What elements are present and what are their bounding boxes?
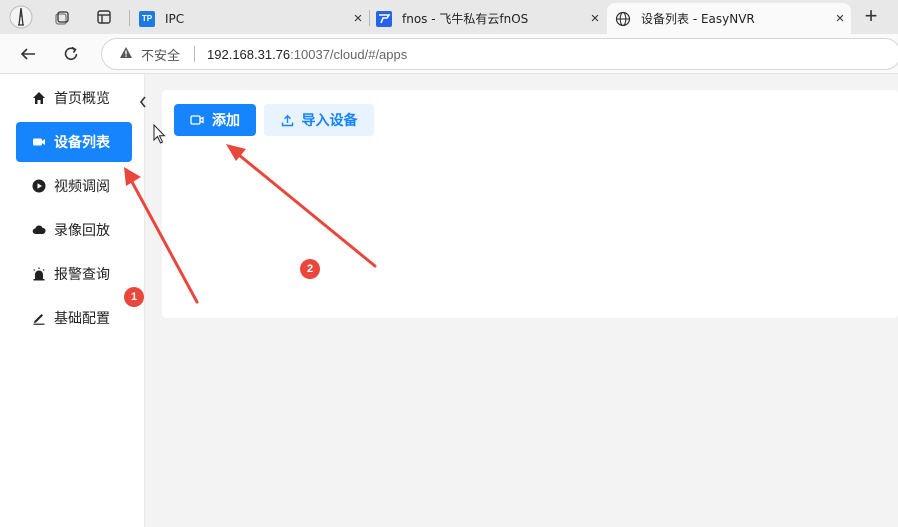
- add-button-label: 添加: [212, 113, 240, 129]
- import-button-label: 导入设备: [301, 113, 358, 129]
- mouse-cursor-icon: [153, 123, 167, 149]
- profile-avatar-icon[interactable]: [8, 4, 34, 30]
- play-icon: [32, 179, 46, 193]
- upload-icon: [281, 114, 293, 126]
- sidebar-item-label: 设备列表: [54, 135, 110, 151]
- sidebar-item-label: 基础配置: [54, 311, 110, 327]
- url-divider: [194, 46, 196, 62]
- tab-fnos[interactable]: fnos - 飞牛私有云fnOS ×: [368, 3, 606, 34]
- tab-ipc[interactable]: TP IPC ×: [131, 3, 369, 34]
- home-icon: [32, 91, 46, 105]
- import-devices-button[interactable]: 导入设备: [264, 104, 374, 136]
- tab-divider: [129, 10, 130, 26]
- annotation-badge-2: 2: [300, 259, 320, 279]
- tab-title: 设备列表 - EasyNVR: [641, 12, 755, 26]
- fnos-favicon: [376, 10, 392, 27]
- address-bar: 不安全 192.168.31.76 :10037/cloud/#/apps: [0, 34, 898, 74]
- back-button[interactable]: [14, 41, 42, 67]
- url-host: 192.168.31.76: [207, 46, 291, 62]
- tab-title: fnos - 飞牛私有云fnOS: [402, 12, 529, 26]
- sidebar-item-label: 录像回放: [54, 223, 110, 239]
- security-label[interactable]: 不安全: [141, 45, 180, 64]
- add-device-button[interactable]: 添加: [174, 104, 256, 136]
- add-camera-icon: [190, 115, 204, 125]
- close-icon[interactable]: ×: [347, 10, 369, 27]
- sidebar-item-label: 报警查询: [54, 267, 110, 283]
- url-input[interactable]: 不安全 192.168.31.76 :10037/cloud/#/apps: [101, 38, 898, 70]
- close-icon[interactable]: ×: [829, 10, 851, 27]
- url-path: :10037/cloud/#/apps: [290, 46, 408, 62]
- cloud-icon: [32, 223, 46, 237]
- workspaces-icon[interactable]: [50, 4, 76, 30]
- camera-icon: [32, 135, 46, 149]
- tab-easynvr[interactable]: 设备列表 - EasyNVR ×: [607, 3, 851, 34]
- sidebar-item-devices[interactable]: 设备列表: [16, 122, 132, 162]
- edit-icon: [32, 311, 46, 325]
- sidebar-item-playback[interactable]: 录像回放: [16, 210, 132, 250]
- sidebar-item-label: 首页概览: [54, 91, 110, 107]
- sidebar-item-label: 视频调阅: [54, 179, 110, 195]
- close-icon[interactable]: ×: [584, 10, 606, 27]
- new-tab-button[interactable]: +: [858, 5, 884, 29]
- sidebar-item-alarm[interactable]: 报警查询: [16, 254, 132, 294]
- sidebar-item-overview[interactable]: 首页概览: [16, 78, 132, 118]
- sidebar-item-video[interactable]: 视频调阅: [16, 166, 132, 206]
- collapse-sidebar-icon[interactable]: [139, 96, 147, 111]
- tp-link-favicon: TP: [139, 10, 155, 27]
- reload-button[interactable]: [57, 41, 85, 67]
- sidebar: 首页概览 设备列表 视频调阅 录像回放 报警查询 基础配置: [0, 74, 147, 527]
- tab-title: IPC: [165, 11, 185, 26]
- warning-icon[interactable]: [119, 46, 133, 62]
- sidebar-item-settings[interactable]: 基础配置: [16, 298, 132, 338]
- annotation-badge-1: 1: [124, 287, 144, 307]
- globe-icon: [615, 11, 631, 27]
- browser-tab-bar: TP IPC × fnos - 飞牛私有云fnOS × 设备列表 - EasyN…: [0, 0, 898, 34]
- alarm-icon: [32, 267, 46, 281]
- tab-actions-icon[interactable]: [91, 4, 117, 30]
